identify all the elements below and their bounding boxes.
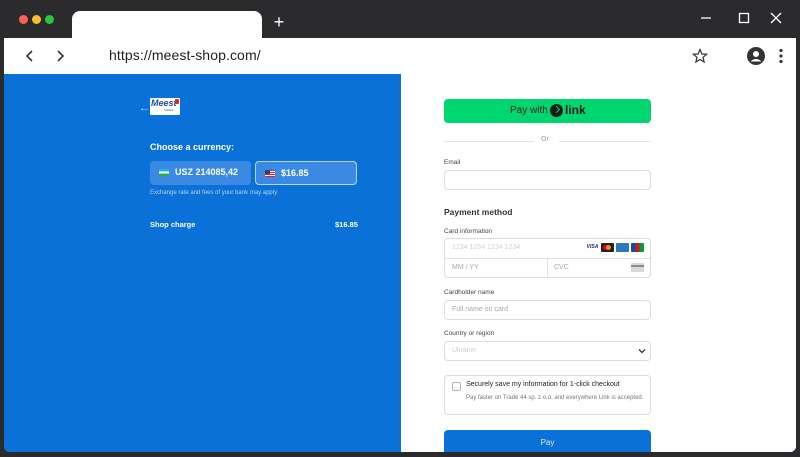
- country-region-label: Country or region: [444, 330, 495, 337]
- jcb-icon: [631, 243, 644, 252]
- or-separator: Or: [541, 136, 549, 143]
- mastercard-icon: [601, 243, 614, 252]
- browser-window: + https://meest-shop.com/ ← Meest CHINA …: [0, 0, 800, 457]
- title-bar: +: [0, 0, 800, 39]
- cardholder-name-label: Cardholder name: [444, 289, 495, 296]
- chevron-down-icon: [638, 349, 646, 354]
- minimize-icon[interactable]: [698, 10, 714, 26]
- payment-method-heading: Payment method: [444, 207, 513, 217]
- country-region-select[interactable]: Ukraine: [444, 341, 651, 361]
- logo-accent-icon: [175, 99, 179, 104]
- active-tab[interactable]: [72, 11, 262, 39]
- pay-button[interactable]: Pay: [444, 430, 651, 452]
- back-icon[interactable]: [22, 48, 38, 64]
- close-window-dot[interactable]: [19, 15, 28, 24]
- bookmark-star-icon[interactable]: [692, 48, 708, 64]
- logo-text: Meest: [151, 98, 177, 108]
- country-region-value: Ukraine: [452, 347, 477, 354]
- choose-currency-label: Choose a currency:: [150, 142, 235, 152]
- currency-option-uzs[interactable]: USZ 214085,42: [150, 161, 251, 185]
- save-info-title: Securely save my information for 1-click…: [466, 381, 620, 388]
- url-text[interactable]: https://meest-shop.com/: [109, 47, 261, 63]
- back-arrow-icon[interactable]: ←: [139, 102, 150, 114]
- currency-option-label: USZ 214085,42: [175, 167, 239, 177]
- save-info-description: Pay faster on Trade 44 sp. z o.o. and ev…: [466, 395, 644, 401]
- card-number-field[interactable]: 1234 1234 1234 1234: [452, 244, 520, 251]
- link-wordmark: link: [565, 103, 586, 117]
- link-logo-icon: [550, 104, 563, 117]
- email-label: Email: [444, 159, 461, 166]
- shop-charge-label: Shop charge: [150, 220, 196, 229]
- more-menu-icon[interactable]: [776, 47, 786, 65]
- save-info-checkbox[interactable]: [452, 382, 461, 391]
- browser-toolbar: https://meest-shop.com/: [4, 38, 796, 74]
- maximize-icon[interactable]: [736, 10, 752, 26]
- cvc-field[interactable]: CVC: [554, 264, 569, 271]
- card-information-group: 1234 1234 1234 1234 VISA MM / YY CVC: [444, 238, 651, 278]
- cvc-card-icon: [631, 263, 644, 272]
- minimize-window-dot[interactable]: [32, 15, 41, 24]
- uzbekistan-flag-icon: [159, 169, 169, 176]
- shop-charge-value: $16.85: [335, 220, 358, 229]
- visa-icon: VISA: [586, 243, 599, 252]
- us-flag-icon: [265, 170, 275, 177]
- amex-icon: [616, 243, 629, 252]
- meest-logo[interactable]: Meest CHINA: [150, 98, 180, 115]
- logo-subtext: CHINA: [164, 108, 174, 112]
- card-information-label: Card information: [444, 228, 493, 235]
- profile-avatar-icon[interactable]: [747, 47, 765, 65]
- close-icon[interactable]: [768, 10, 784, 26]
- save-info-option[interactable]: Securely save my information for 1-click…: [444, 375, 651, 415]
- cardholder-name-field[interactable]: Full name on card: [444, 300, 651, 320]
- expiry-field[interactable]: MM / YY: [452, 264, 479, 271]
- forward-icon[interactable]: [52, 48, 68, 64]
- maximize-window-dot[interactable]: [45, 15, 54, 24]
- new-tab-button[interactable]: +: [271, 13, 287, 31]
- currency-option-usd[interactable]: $16.85: [255, 161, 357, 185]
- pay-button-label: Pay: [540, 438, 555, 447]
- payment-form-pane: Pay with link Or Email Payment method Ca…: [401, 74, 796, 452]
- pay-with-link-prefix: Pay with: [510, 105, 548, 116]
- email-field[interactable]: [444, 170, 651, 190]
- cardholder-name-placeholder: Full name on card: [452, 306, 509, 313]
- pay-with-link-button[interactable]: Pay with link: [444, 99, 651, 123]
- page-content: ← Meest CHINA Choose a currency: USZ 214…: [4, 74, 796, 452]
- currency-option-label: $16.85: [281, 168, 309, 178]
- exchange-rate-note: Exchange rate and fees of your bank may …: [150, 190, 278, 196]
- order-summary-pane: ← Meest CHINA Choose a currency: USZ 214…: [4, 74, 401, 452]
- card-divider: [547, 258, 548, 278]
- divider-line: [444, 141, 534, 142]
- address-bar[interactable]: https://meest-shop.com/: [89, 43, 732, 69]
- divider-line: [559, 141, 651, 142]
